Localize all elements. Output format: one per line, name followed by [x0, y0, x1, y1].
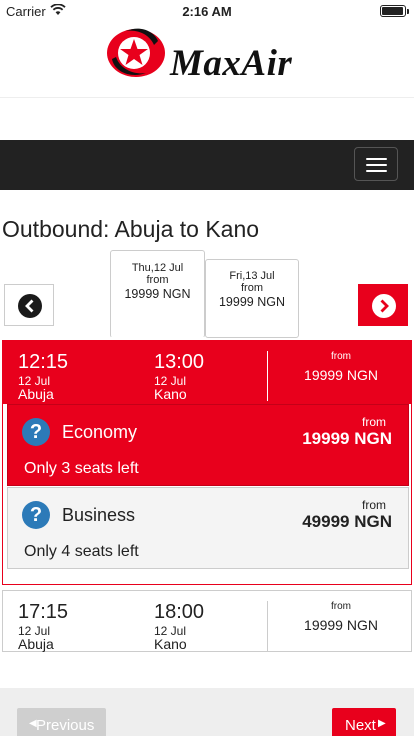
question-circle-icon[interactable]: ?: [22, 418, 50, 446]
fare-price: 49999 NGN: [302, 512, 392, 531]
brand-name: MaxAir: [170, 43, 293, 84]
fare-name: Business: [62, 505, 136, 525]
maxair-logo-icon[interactable]: [104, 23, 168, 84]
arrive-time: 18:00: [154, 601, 205, 623]
question-circle-icon[interactable]: ?: [22, 501, 50, 529]
date-tab-from: from: [241, 282, 263, 294]
depart-time: 12:15: [18, 351, 69, 373]
header-logo-area: MaxAir: [0, 20, 414, 98]
flight-row-selected[interactable]: 12:15 12 Jul Abuja 13:00 12 Jul Kano fro…: [2, 340, 412, 585]
chevron-left-circle-icon: [18, 294, 42, 318]
date-tab-day: Fri,13 Jul: [229, 270, 275, 282]
previous-date-button[interactable]: [4, 284, 54, 326]
page-title: Outbound: Abuja to Kano: [2, 216, 260, 242]
flight-summary[interactable]: 12:15 12 Jul Abuja 13:00 12 Jul Kano fro…: [3, 341, 411, 404]
chevron-right-icon: ▶: [378, 718, 386, 729]
flight-price: 19999 NGN: [304, 367, 378, 383]
fare-price: 19999 NGN: [302, 429, 392, 448]
date-tab-from: from: [146, 274, 169, 286]
flight-price: 19999 NGN: [304, 617, 378, 633]
arrive-time: 13:00: [154, 351, 205, 373]
date-tab-price: 19999 NGN: [218, 295, 285, 309]
fare-from-label: from: [362, 415, 386, 429]
next-button[interactable]: Next ▶: [332, 708, 396, 736]
date-tab-selected[interactable]: Thu,12 Jul from 19999 NGN: [110, 250, 205, 338]
battery-icon: [380, 5, 409, 17]
price-from-label: from: [331, 601, 351, 612]
depart-city: Abuja: [18, 636, 54, 652]
fare-from-label: from: [362, 498, 386, 512]
next-label: Next: [345, 717, 376, 734]
fare-name: Economy: [62, 422, 138, 442]
divider: [267, 351, 268, 401]
arrive-city: Kano: [154, 636, 187, 652]
depart-time: 17:15: [18, 601, 69, 623]
seats-left: Only 4 seats left: [24, 543, 139, 560]
status-bar: Carrier 2:16 AM: [0, 0, 414, 22]
navbar: [0, 140, 414, 190]
flight-row[interactable]: 17:15 12 Jul Abuja 18:00 12 Jul Kano fro…: [2, 590, 412, 652]
divider: [267, 601, 268, 651]
hamburger-menu-icon[interactable]: [354, 147, 398, 181]
chevron-right-circle-icon: [372, 294, 396, 318]
date-tab-price: 19999 NGN: [124, 287, 191, 301]
previous-button[interactable]: ◀ Previous: [17, 708, 106, 736]
arrive-city: Kano: [154, 386, 187, 402]
next-date-button[interactable]: [358, 284, 408, 326]
date-tab[interactable]: Fri,13 Jul from 19999 NGN: [205, 259, 299, 338]
previous-label: Previous: [36, 717, 95, 734]
seats-left: Only 3 seats left: [24, 460, 139, 477]
price-from-label: from: [331, 351, 351, 362]
date-tab-day: Thu,12 Jul: [131, 262, 184, 274]
depart-city: Abuja: [18, 386, 54, 402]
clock: 2:16 AM: [182, 4, 232, 19]
fare-option-economy[interactable]: ? Economy from 19999 NGN Only 3 seats le…: [7, 404, 409, 486]
fare-option-business[interactable]: ? Business from 49999 NGN Only 4 seats l…: [7, 487, 409, 569]
